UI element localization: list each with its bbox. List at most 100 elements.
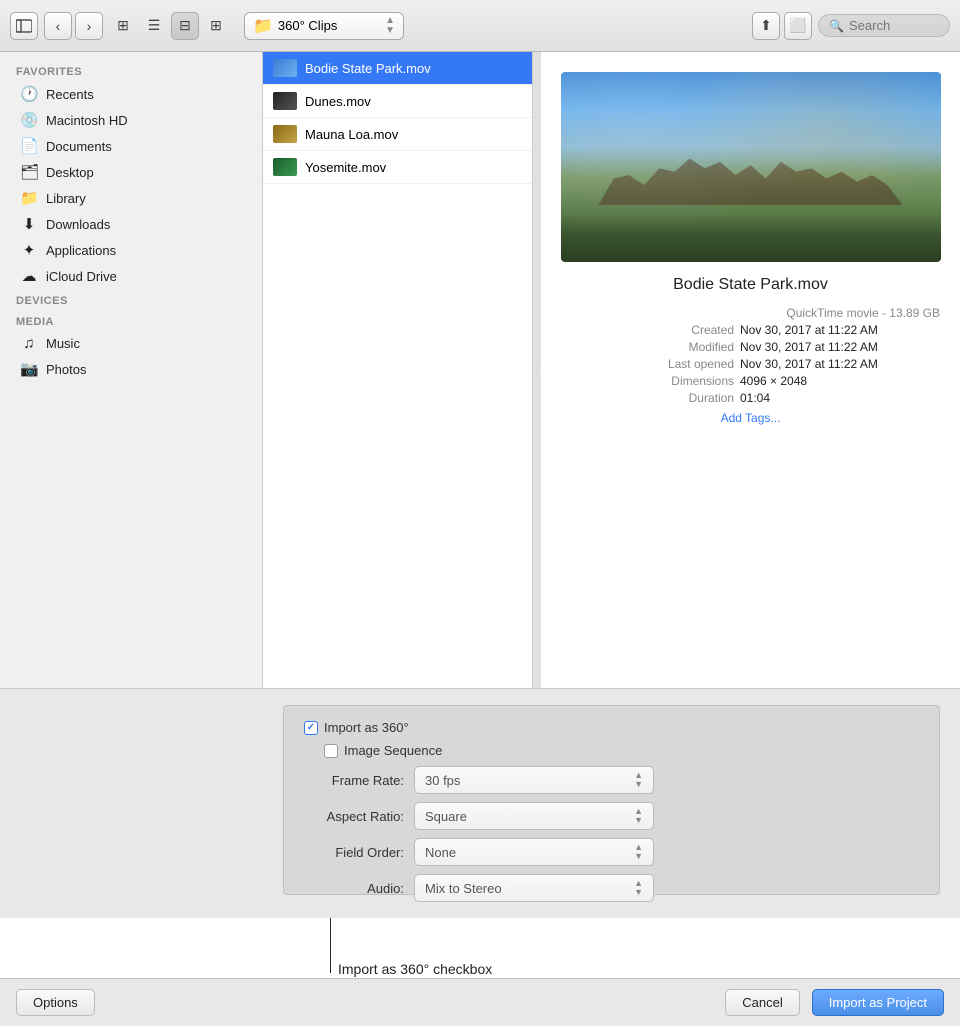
preview-panel: Bodie State Park.mov QuickTime movie - 1… bbox=[541, 52, 960, 688]
created-label: Created bbox=[624, 323, 734, 337]
audio-row: Audio: Mix to Stereo ▲▼ bbox=[304, 874, 919, 902]
file-thumb-bodie bbox=[273, 59, 297, 77]
dimensions-value: 4096 × 2048 bbox=[740, 374, 940, 388]
sidebar-item-music-label: Music bbox=[46, 336, 80, 351]
search-box[interactable]: 🔍 bbox=[818, 14, 950, 37]
sidebar-item-applications-label: Applications bbox=[46, 243, 116, 258]
frame-rate-row: Frame Rate: 30 fps ▲▼ bbox=[304, 766, 919, 794]
bottom-bar: Options Cancel Import as Project bbox=[0, 978, 960, 1026]
aspect-ratio-value: Square bbox=[425, 809, 467, 824]
options-button[interactable]: Options bbox=[16, 989, 95, 1016]
action-buttons: ⬆ ⬜ bbox=[752, 12, 812, 40]
path-bar[interactable]: 📁 360° Clips ▲▼ bbox=[244, 12, 404, 40]
documents-icon: 📄 bbox=[20, 137, 38, 155]
file-item-dunes[interactable]: Dunes.mov bbox=[263, 85, 532, 118]
annotation-area: Import as 360° checkbox bbox=[0, 918, 960, 978]
import-360-checkbox[interactable] bbox=[304, 721, 318, 735]
file-name-mauna-loa: Mauna Loa.mov bbox=[305, 127, 398, 142]
downloads-icon: ⬇ bbox=[20, 215, 38, 233]
nav-buttons: ‹ › bbox=[44, 12, 103, 40]
image-sequence-row: Image Sequence bbox=[324, 743, 919, 758]
preview-image bbox=[561, 72, 941, 262]
audio-value: Mix to Stereo bbox=[425, 881, 502, 896]
image-sequence-label: Image Sequence bbox=[344, 743, 442, 758]
import-options-inner: Import as 360° Image Sequence Frame Rate… bbox=[283, 705, 940, 895]
aspect-ratio-label: Aspect Ratio: bbox=[304, 809, 404, 824]
sidebar-item-photos-label: Photos bbox=[46, 362, 86, 377]
duration-row: Duration 01:04 bbox=[561, 391, 940, 405]
duration-value: 01:04 bbox=[740, 391, 940, 405]
sidebar-item-recents[interactable]: 🕐 Recents bbox=[4, 81, 258, 107]
media-section-label: Media bbox=[0, 310, 262, 331]
file-item-bodie[interactable]: Bodie State Park.mov bbox=[263, 52, 532, 85]
share-button[interactable]: ⬆ bbox=[752, 12, 780, 40]
image-sequence-checkbox[interactable] bbox=[324, 744, 338, 758]
field-order-value: None bbox=[425, 845, 456, 860]
sidebar-item-documents[interactable]: 📄 Documents bbox=[4, 133, 258, 159]
frame-rate-arrows-icon: ▲▼ bbox=[634, 771, 643, 789]
aspect-ratio-select[interactable]: Square ▲▼ bbox=[414, 802, 654, 830]
file-type-value: QuickTime movie - 13.89 GB bbox=[561, 306, 940, 320]
sidebar-item-photos[interactable]: 📷 Photos bbox=[4, 356, 258, 382]
path-label: 360° Clips bbox=[278, 18, 380, 33]
sidebar-item-music[interactable]: ♫ Music bbox=[4, 331, 258, 356]
cancel-button[interactable]: Cancel bbox=[725, 989, 799, 1016]
audio-select[interactable]: Mix to Stereo ▲▼ bbox=[414, 874, 654, 902]
macintosh-hd-icon: 💿 bbox=[20, 111, 38, 129]
dimensions-label: Dimensions bbox=[624, 374, 734, 388]
file-list: Bodie State Park.mov Dunes.mov Mauna Loa… bbox=[263, 52, 533, 688]
audio-arrows-icon: ▲▼ bbox=[634, 879, 643, 897]
list-view-button[interactable]: ☰ bbox=[140, 12, 168, 40]
created-row: Created Nov 30, 2017 at 11:22 AM bbox=[561, 323, 940, 337]
recents-icon: 🕐 bbox=[20, 85, 38, 103]
aspect-ratio-arrows-icon: ▲▼ bbox=[634, 807, 643, 825]
import-options-panel: Import as 360° Image Sequence Frame Rate… bbox=[0, 688, 960, 918]
view-buttons: ⊞ ☰ ⊟ ⊞ bbox=[109, 12, 230, 40]
sidebar-item-applications[interactable]: ✦ Applications bbox=[4, 237, 258, 263]
file-item-yosemite[interactable]: Yosemite.mov bbox=[263, 151, 532, 184]
sidebar-item-macintosh-hd[interactable]: 💿 Macintosh HD bbox=[4, 107, 258, 133]
sidebar-item-library[interactable]: 📁 Library bbox=[4, 185, 258, 211]
last-opened-label: Last opened bbox=[624, 357, 734, 371]
sidebar-item-desktop-label: Desktop bbox=[46, 165, 94, 180]
path-stepper-icon: ▲▼ bbox=[385, 16, 395, 36]
sidebar-item-documents-label: Documents bbox=[46, 139, 112, 154]
import-360-row: Import as 360° bbox=[304, 720, 919, 735]
last-opened-value: Nov 30, 2017 at 11:22 AM bbox=[740, 357, 940, 371]
icloud-drive-icon: ☁ bbox=[20, 267, 38, 285]
sidebar-item-downloads-label: Downloads bbox=[46, 217, 110, 232]
add-tags-link[interactable]: Add Tags... bbox=[561, 411, 940, 425]
annotation-text: Import as 360° checkbox bbox=[338, 961, 492, 977]
back-button[interactable]: ‹ bbox=[44, 12, 72, 40]
sidebar-toggle-button[interactable] bbox=[10, 12, 38, 40]
favorites-section-label: Favorites bbox=[0, 60, 262, 81]
icon-view-button[interactable]: ⊞ bbox=[109, 12, 137, 40]
sidebar-item-downloads[interactable]: ⬇ Downloads bbox=[4, 211, 258, 237]
image-overlay bbox=[561, 72, 941, 262]
last-opened-row: Last opened Nov 30, 2017 at 11:22 AM bbox=[561, 357, 940, 371]
file-name-yosemite: Yosemite.mov bbox=[305, 160, 386, 175]
sidebar-item-icloud-drive-label: iCloud Drive bbox=[46, 269, 117, 284]
column-view-button[interactable]: ⊟ bbox=[171, 12, 199, 40]
sidebar-item-macintosh-hd-label: Macintosh HD bbox=[46, 113, 128, 128]
forward-button[interactable]: › bbox=[75, 12, 103, 40]
duration-label: Duration bbox=[624, 391, 734, 405]
gallery-view-button[interactable]: ⊞ bbox=[202, 12, 230, 40]
sidebar-item-desktop[interactable]: 🗂 Desktop bbox=[4, 159, 258, 185]
preview-meta: QuickTime movie - 13.89 GB Created Nov 3… bbox=[561, 306, 940, 425]
preview-title: Bodie State Park.mov bbox=[673, 276, 828, 294]
file-thumb-mauna-loa bbox=[273, 125, 297, 143]
import-as-project-button[interactable]: Import as Project bbox=[812, 989, 944, 1016]
tag-button[interactable]: ⬜ bbox=[784, 12, 812, 40]
field-order-label: Field Order: bbox=[304, 845, 404, 860]
search-input[interactable] bbox=[849, 18, 939, 33]
sidebar-item-icloud-drive[interactable]: ☁ iCloud Drive bbox=[4, 263, 258, 289]
file-item-mauna-loa[interactable]: Mauna Loa.mov bbox=[263, 118, 532, 151]
photos-icon: 📷 bbox=[20, 360, 38, 378]
sidebar: Favorites 🕐 Recents 💿 Macintosh HD 📄 Doc… bbox=[0, 52, 263, 688]
folder-icon: 📁 bbox=[253, 16, 273, 36]
frame-rate-select[interactable]: 30 fps ▲▼ bbox=[414, 766, 654, 794]
field-order-select[interactable]: None ▲▼ bbox=[414, 838, 654, 866]
sidebar-item-recents-label: Recents bbox=[46, 87, 94, 102]
resize-handle[interactable]: ⋮ bbox=[533, 52, 541, 688]
